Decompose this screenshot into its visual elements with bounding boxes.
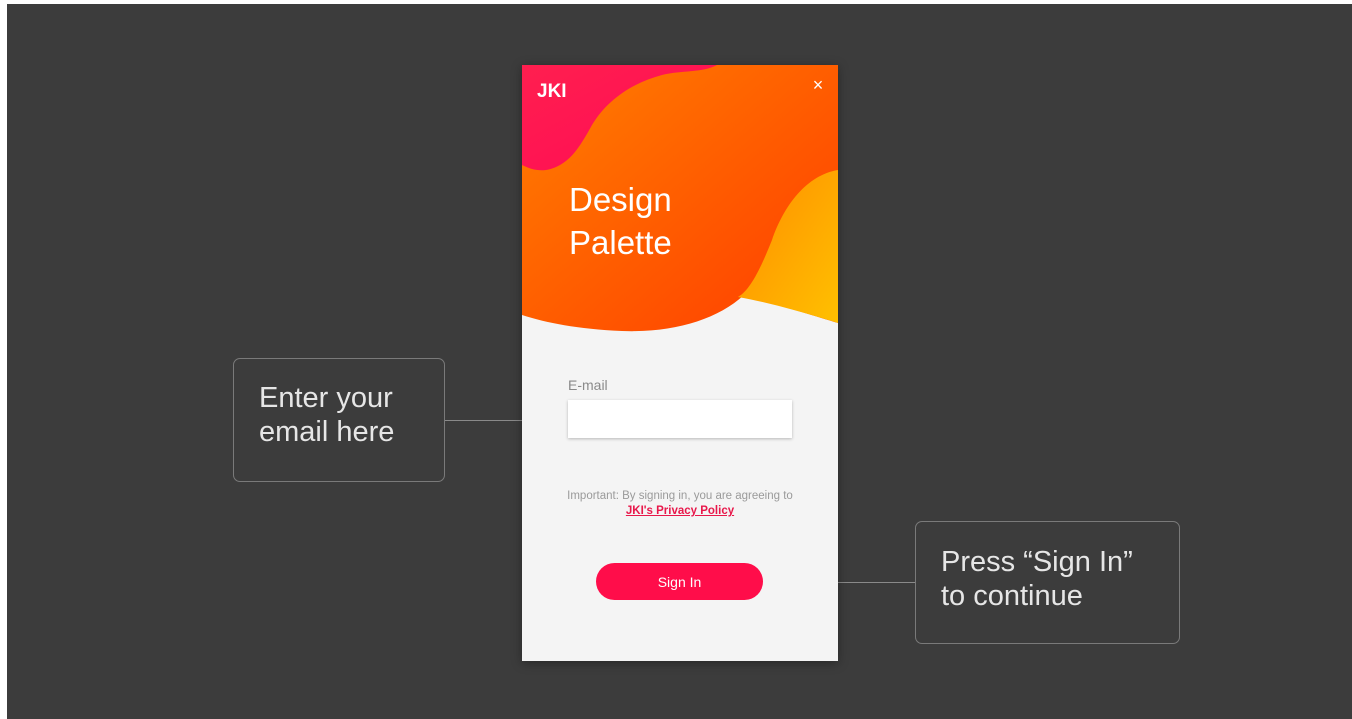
privacy-policy-link[interactable]: JKI's Privacy Policy [626, 505, 734, 517]
signin-callout-line1: Press “Sign In” [941, 546, 1133, 578]
app-title-line1: Design [569, 181, 672, 218]
email-callout-line1: Enter your [259, 382, 393, 414]
app-title-line2: Palette [569, 224, 672, 261]
sign-in-button[interactable]: Sign In [596, 563, 763, 600]
privacy-notice: Important: By signing in, you are agreei… [562, 489, 798, 519]
signin-callout-line2: to continue [941, 580, 1083, 612]
email-callout: Enter your email here [233, 358, 445, 482]
email-label: E-mail [568, 377, 608, 393]
signin-callout: Press “Sign In” to continue [915, 521, 1180, 644]
app-title: Design Palette [569, 178, 672, 264]
close-icon[interactable]: × [808, 75, 828, 95]
privacy-notice-text: Important: By signing in, you are agreei… [567, 490, 793, 502]
email-field[interactable] [568, 400, 792, 438]
sign-in-dialog: JKI × Design Palette E-mail Important: B… [522, 65, 838, 661]
jki-logo: JKI [537, 81, 567, 102]
email-callout-line2: email here [259, 416, 395, 448]
